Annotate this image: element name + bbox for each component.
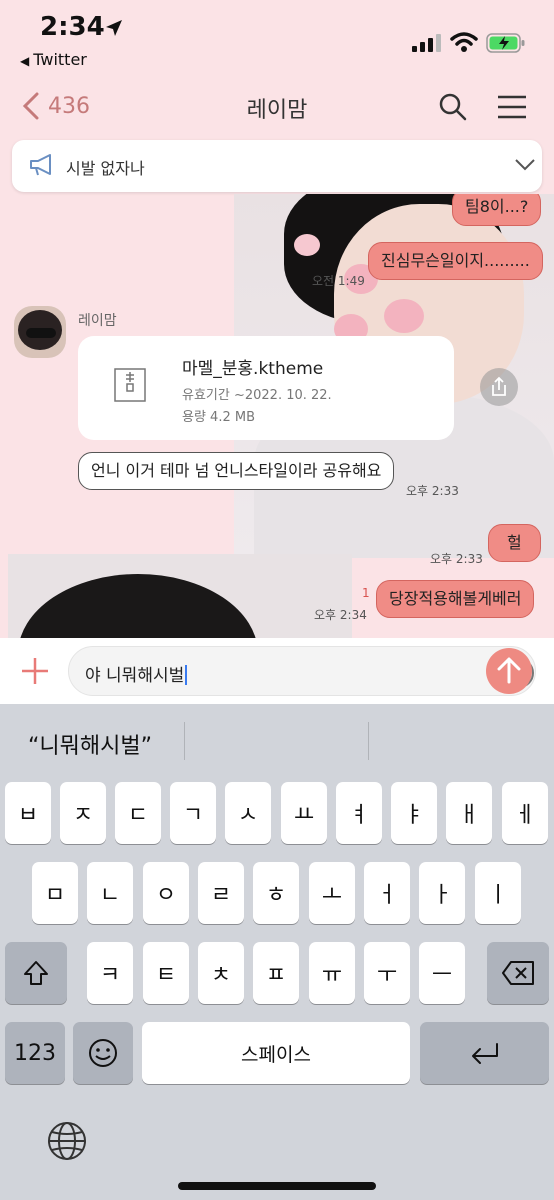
arrow-up-icon xyxy=(497,657,521,684)
key[interactable]: ㅇ xyxy=(143,862,189,924)
key[interactable]: ㅡ xyxy=(419,942,465,1004)
chevron-down-icon[interactable] xyxy=(514,156,536,174)
file-size: 용량 4.2 MB xyxy=(182,410,255,425)
message-time: 오전 1:49 xyxy=(312,274,365,288)
menu-icon[interactable] xyxy=(496,94,528,120)
my-message[interactable]: 진심무슨일이지......... xyxy=(368,242,543,280)
status-bar: 2:34 ◀ Twitter xyxy=(0,0,554,78)
key[interactable]: ㅐ xyxy=(446,782,492,844)
suggestion-bar: “니뭐해시벌” xyxy=(0,704,554,780)
numbers-key[interactable]: 123 xyxy=(5,1022,65,1084)
key[interactable]: ㅂ xyxy=(5,782,51,844)
plus-icon[interactable] xyxy=(20,656,50,686)
key[interactable]: ㅋ xyxy=(87,942,133,1004)
location-arrow-icon xyxy=(106,20,122,36)
home-indicator[interactable] xyxy=(178,1182,376,1190)
message-time: 오후 2:33 xyxy=(406,484,459,498)
key[interactable]: ㅏ xyxy=(419,862,465,924)
globe-icon[interactable] xyxy=(46,1120,88,1162)
my-message[interactable]: 헐 xyxy=(488,524,541,562)
space-key[interactable]: 스페이스 xyxy=(142,1022,410,1084)
key[interactable]: ㅑ xyxy=(391,782,437,844)
avatar[interactable] xyxy=(14,306,66,358)
file-name: 마멜_분홍.ktheme xyxy=(182,359,324,379)
key[interactable]: ㄹ xyxy=(198,862,244,924)
clock: 2:34 xyxy=(40,12,105,42)
key[interactable]: ㅕ xyxy=(336,782,382,844)
my-message[interactable]: 당장적용해볼게베러 xyxy=(376,580,535,618)
shift-icon xyxy=(24,961,48,985)
autocomplete-suggestion[interactable]: “니뭐해시벌” xyxy=(28,728,152,760)
megaphone-icon xyxy=(30,154,51,176)
input-value: 야 니뭐해시벌 xyxy=(85,666,185,686)
key[interactable]: ㅈ xyxy=(60,782,106,844)
emoji-key[interactable] xyxy=(73,1022,133,1084)
search-icon[interactable] xyxy=(438,92,468,122)
text-caret xyxy=(185,665,188,685)
return-key[interactable] xyxy=(420,1022,549,1084)
chat-area[interactable]: 팀8이...? 진심무슨일이지......... 오전 1:49 레이맘 마멜_… xyxy=(0,194,554,638)
backspace-icon xyxy=(502,961,534,985)
wifi-icon xyxy=(450,32,478,52)
message-time: 오후 2:33 xyxy=(430,552,483,566)
emoji-icon xyxy=(89,1039,117,1067)
notice-banner[interactable]: 시발 없자나 xyxy=(12,140,542,192)
message-input[interactable]: 야 니뭐해시벌 xyxy=(68,646,536,696)
key[interactable]: ㅎ xyxy=(253,862,299,924)
zip-file-icon xyxy=(114,368,146,402)
notice-text: 시발 없자나 xyxy=(66,159,145,178)
send-button[interactable] xyxy=(486,648,532,694)
my-message[interactable]: 팀8이...? xyxy=(452,194,542,226)
backspace-key[interactable] xyxy=(487,942,549,1004)
back-app-label: Twitter xyxy=(33,50,87,69)
key[interactable]: ㅛ xyxy=(281,782,327,844)
key[interactable]: ㅅ xyxy=(225,782,271,844)
file-validity: 유효기간 ~2022. 10. 22. xyxy=(182,388,332,403)
message-input-bar: 야 니뭐해시벌 xyxy=(0,638,554,704)
key[interactable]: ㅊ xyxy=(198,942,244,1004)
file-attachment[interactable]: 마멜_분홍.ktheme 유효기간 ~2022. 10. 22. 용량 4.2 … xyxy=(78,336,454,440)
message-time: 오후 2:34 xyxy=(314,608,367,622)
key[interactable]: ㅣ xyxy=(475,862,521,924)
key[interactable]: ㅁ xyxy=(32,862,78,924)
key[interactable]: ㅍ xyxy=(253,942,299,1004)
key[interactable]: ㄷ xyxy=(115,782,161,844)
battery-charging-icon xyxy=(486,33,525,53)
chat-room-title: 레이맘 xyxy=(246,98,308,123)
share-icon xyxy=(492,376,506,396)
received-message[interactable]: 언니 이거 테마 넘 언니스타일이라 공유해요 xyxy=(78,452,395,490)
wallpaper-photo-2 xyxy=(8,554,352,638)
chat-header: 436 레이맘 xyxy=(0,80,554,136)
key[interactable]: ㅌ xyxy=(143,942,189,1004)
key[interactable]: ㄱ xyxy=(170,782,216,844)
unread-count: 1 xyxy=(362,586,370,600)
back-triangle-icon: ◀ xyxy=(20,54,30,68)
cellular-signal-icon xyxy=(412,34,441,52)
share-button[interactable] xyxy=(480,368,518,406)
key[interactable]: ㄴ xyxy=(87,862,133,924)
return-icon xyxy=(471,1043,498,1064)
key[interactable]: ㅜ xyxy=(364,942,410,1004)
key[interactable]: ㅓ xyxy=(364,862,410,924)
sender-name: 레이맘 xyxy=(78,313,117,329)
back-to-app[interactable]: ◀ Twitter xyxy=(20,50,87,69)
key[interactable]: ㅔ xyxy=(502,782,548,844)
keyboard: “니뭐해시벌” ㅂ ㅈ ㄷ ㄱ ㅅ ㅛ ㅕ ㅑ ㅐ ㅔ ㅁ ㄴ ㅇ ㄹ ㅎ ㅗ … xyxy=(0,704,554,1200)
shift-key[interactable] xyxy=(5,942,67,1004)
key[interactable]: ㅠ xyxy=(309,942,355,1004)
key[interactable]: ㅗ xyxy=(309,862,355,924)
